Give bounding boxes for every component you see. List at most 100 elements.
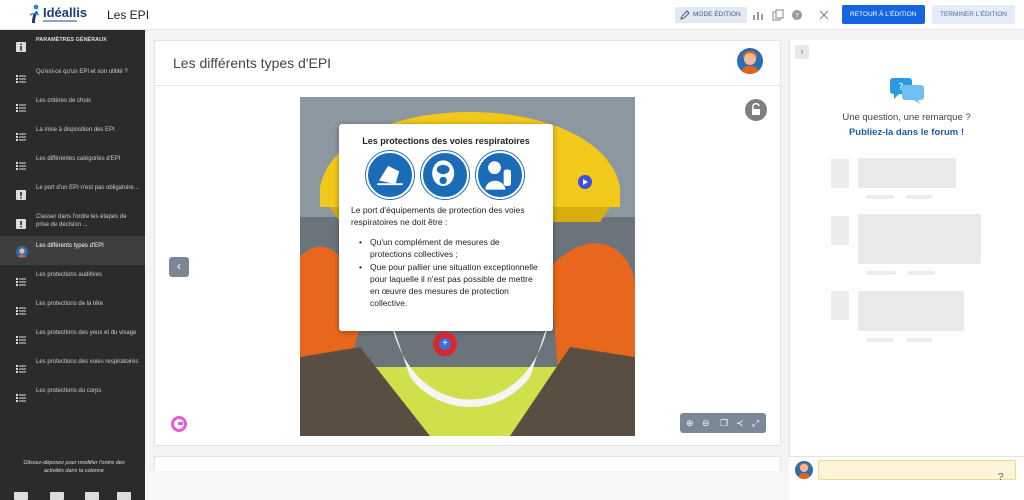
alert-icon bbox=[16, 216, 26, 229]
svg-text:?: ? bbox=[898, 82, 903, 93]
forum-panel bbox=[789, 40, 1024, 500]
fullscreen-icon[interactable]: ⤢ bbox=[752, 416, 759, 430]
placeholder-avatar bbox=[831, 291, 849, 320]
list-icon bbox=[16, 390, 26, 402]
placeholder-line bbox=[906, 338, 932, 342]
placeholder-post bbox=[858, 158, 956, 188]
forum-question-text: Une question, une remarque ? bbox=[842, 112, 971, 123]
expand-icon[interactable] bbox=[117, 492, 131, 500]
list-item: Qu'un complément de mesures de protectio… bbox=[359, 236, 541, 261]
image-toolbar: ⊕ ⊖ ❐ ≺ ⤢ bbox=[680, 413, 766, 433]
sidebar-item-label: Les protections de la tête bbox=[36, 301, 104, 307]
list-item: Que pour pallier une situation exception… bbox=[359, 261, 541, 310]
full-face-mask-icon bbox=[421, 151, 469, 199]
page-icon[interactable] bbox=[14, 492, 28, 500]
placeholder-line bbox=[866, 338, 894, 342]
info-icon bbox=[16, 39, 26, 52]
user-avatar bbox=[795, 461, 813, 479]
divider bbox=[155, 85, 780, 86]
help-button[interactable]: ? bbox=[998, 472, 1004, 483]
logo-tagline bbox=[43, 20, 77, 22]
sidebar-item[interactable]: Les différentes catégories d'EPI bbox=[0, 149, 145, 178]
list-icon bbox=[16, 71, 26, 83]
info-popup: Les protections des voies respiratoires … bbox=[339, 124, 553, 331]
collapse-panel-button[interactable]: › bbox=[795, 45, 809, 59]
list-icon bbox=[16, 303, 26, 315]
list-icon bbox=[16, 158, 26, 170]
popup-title: Les protections des voies respiratoires bbox=[362, 136, 530, 146]
sidebar-item-label: Les protections des voies respiratoires bbox=[36, 359, 139, 365]
terminer-edition-button[interactable]: TERMINER L'ÉDITION bbox=[932, 5, 1015, 24]
grid-icon[interactable] bbox=[50, 492, 64, 500]
mode-edition-label: MODE ÉDITION bbox=[693, 11, 741, 18]
layers-icon[interactable]: ❐ bbox=[720, 416, 728, 430]
sidebar-item[interactable]: Les protections du corps bbox=[0, 381, 145, 410]
sidebar-item-label: La mise à disposition des EPI bbox=[36, 127, 115, 133]
grammarly-icon[interactable] bbox=[171, 416, 187, 432]
share-icon[interactable]: ≺ bbox=[736, 416, 744, 430]
logo-text: Idéallis bbox=[43, 5, 88, 20]
placeholder-line bbox=[907, 271, 935, 275]
sidebar-item-label: Les protections du corps bbox=[36, 388, 102, 394]
placeholder-line bbox=[866, 271, 896, 275]
sidebar-item-label: Les différents types d'EPI bbox=[36, 243, 104, 249]
popup-lead-text: Le port d'équipements de protection des … bbox=[351, 205, 525, 227]
hotspot-add-button[interactable] bbox=[433, 332, 457, 356]
sidebar-item[interactable]: Les protections auditives bbox=[0, 265, 145, 294]
page-title: Les différents types d'EPI bbox=[173, 55, 332, 71]
list-icon bbox=[16, 100, 26, 112]
popup-bullet-list: Qu'un complément de mesures de protectio… bbox=[359, 236, 541, 310]
zoom-in-icon[interactable]: ⊕ bbox=[686, 416, 694, 430]
list-icon bbox=[16, 274, 26, 286]
sidebar-item[interactable]: Les protections des voies respiratoires bbox=[0, 352, 145, 381]
breathing-apparatus-icon bbox=[476, 151, 524, 199]
placeholder-avatar bbox=[831, 216, 849, 245]
sidebar-item[interactable]: Les protections des yeux et du visage bbox=[0, 323, 145, 352]
sidebar-item[interactable]: Les différents types d'EPI bbox=[0, 236, 145, 265]
sidebar: PARAMÈTRES GÉNÉRAUX Qu'est-ce qu'un EPI e… bbox=[0, 30, 145, 500]
lock-icon bbox=[752, 103, 760, 115]
sidebar-item[interactable]: Les critères de choix bbox=[0, 91, 145, 120]
sidebar-item-label: PARAMÈTRES GÉNÉRAUX bbox=[36, 37, 107, 43]
previous-arrow-button[interactable]: ‹ bbox=[169, 257, 189, 277]
top-bar: Idéallis Les EPI MODE ÉDITION ? RETOUR À… bbox=[0, 0, 1024, 30]
sidebar-item-label: Le port d'un EPI n'est pas obligatoire..… bbox=[36, 185, 139, 191]
list-icon bbox=[16, 332, 26, 344]
lock-toggle-button[interactable] bbox=[745, 99, 767, 121]
sidebar-item-label: Les protections des yeux et du visage bbox=[36, 330, 137, 336]
media-icon[interactable] bbox=[85, 492, 99, 500]
help-circle-icon[interactable]: ? bbox=[791, 9, 803, 21]
placeholder-post bbox=[858, 214, 981, 264]
respirator-mask-icon bbox=[366, 151, 414, 199]
mode-edition-button[interactable]: MODE ÉDITION bbox=[675, 7, 747, 23]
sidebar-item[interactable]: Les protections de la tête bbox=[0, 294, 145, 323]
play-marker-icon[interactable] bbox=[578, 175, 592, 189]
app-title: Les EPI bbox=[107, 8, 150, 22]
copy-icon[interactable] bbox=[772, 9, 784, 21]
sidebar-item-label: Les différentes catégories d'EPI bbox=[36, 156, 121, 162]
svg-text:?: ? bbox=[795, 12, 799, 20]
zoom-out-icon[interactable]: ⊖ bbox=[702, 416, 710, 430]
placeholder-line bbox=[866, 195, 894, 199]
forum-cta-link[interactable]: Publiez-la dans le forum ! bbox=[789, 127, 1024, 138]
sidebar-item[interactable]: La mise à disposition des EPI bbox=[0, 120, 145, 149]
sidebar-item[interactable]: Le port d'un EPI n'est pas obligatoire..… bbox=[0, 178, 145, 207]
list-icon bbox=[16, 129, 26, 141]
sidebar-item-label: Les critères de choix bbox=[36, 98, 92, 104]
placeholder-line bbox=[906, 195, 932, 199]
sidebar-item[interactable]: Qu'est-ce qu'un EPI et son utilité ? bbox=[0, 62, 145, 91]
placeholder-avatar bbox=[831, 159, 849, 188]
sidebar-item[interactable]: PARAMÈTRES GÉNÉRAUX bbox=[0, 30, 145, 59]
stats-icon[interactable] bbox=[752, 9, 764, 21]
avatar-icon bbox=[16, 245, 28, 258]
sidebar-item-label: Classer dans l'ordre les étapes de prise… bbox=[36, 214, 127, 228]
close-icon[interactable] bbox=[818, 9, 830, 21]
chat-bubbles-icon: ? bbox=[890, 78, 924, 104]
activity-avatar bbox=[737, 48, 763, 74]
sidebar-item[interactable]: Classer dans l'ordre les étapes de prise… bbox=[0, 207, 145, 236]
app-logo[interactable]: Idéallis bbox=[30, 4, 87, 26]
forum-message-input[interactable] bbox=[818, 460, 1016, 480]
pencil-icon bbox=[680, 10, 690, 20]
list-icon bbox=[16, 361, 26, 373]
retour-edition-button[interactable]: RETOUR À L'ÉDITION bbox=[842, 5, 925, 24]
